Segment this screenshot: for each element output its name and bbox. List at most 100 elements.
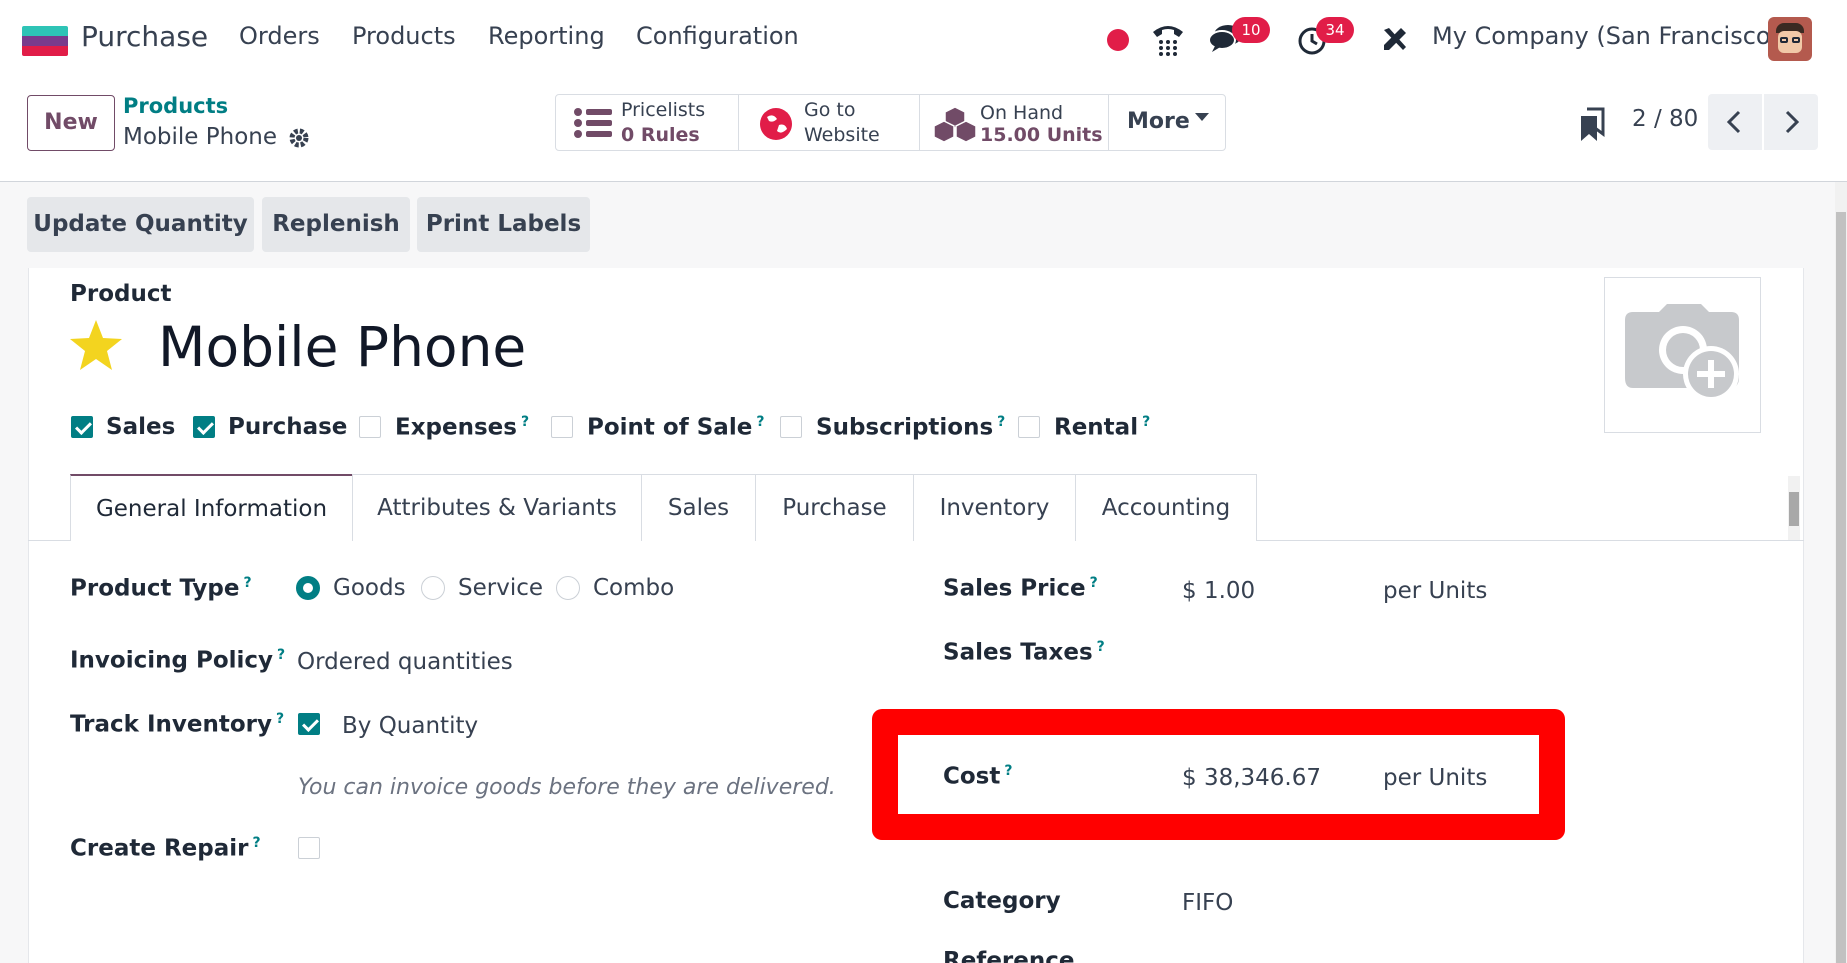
help-icon[interactable]: ? <box>756 414 764 430</box>
section-label: Product <box>70 281 172 307</box>
help-icon[interactable]: ? <box>276 711 284 727</box>
product-image-placeholder[interactable] <box>1604 277 1761 433</box>
highlight-annotation <box>872 709 1565 840</box>
track-inventory-label: Track Inventory? <box>70 711 285 738</box>
tools-icon[interactable] <box>1381 25 1409 53</box>
pricelists-title: Pricelists <box>621 99 706 121</box>
point-of-sale-flag-label: Point of Sale? <box>587 414 765 441</box>
go-to-website-smart-button[interactable]: Go to Website <box>738 94 920 151</box>
globe-icon <box>760 108 792 140</box>
service-radio[interactable] <box>421 576 445 600</box>
tabs-scrollbar-thumb[interactable] <box>1789 492 1799 526</box>
tab-accounting[interactable]: Accounting <box>1075 474 1257 541</box>
print-labels-button[interactable]: Print Labels <box>417 197 590 252</box>
replenish-button[interactable]: Replenish <box>262 197 410 252</box>
tab-general-information[interactable]: General Information <box>70 474 353 541</box>
invoicing-note: You can invoice goods before they are de… <box>298 775 836 800</box>
sales-taxes-label: Sales Taxes? <box>943 639 1105 666</box>
page-scrollbar-thumb[interactable] <box>1836 212 1846 963</box>
app-name[interactable]: Purchase <box>81 20 208 53</box>
menu-configuration[interactable]: Configuration <box>636 22 799 50</box>
on-hand-title: On Hand <box>980 102 1064 124</box>
pricelists-value: 0 Rules <box>621 124 700 146</box>
breadcrumb-parent[interactable]: Products <box>123 94 228 118</box>
invoicing-policy-label: Invoicing Policy? <box>70 647 286 674</box>
category-select[interactable]: FIFO <box>1182 890 1233 916</box>
point-of-sale-checkbox[interactable] <box>551 416 573 438</box>
product-type-label: Product Type? <box>70 575 252 602</box>
help-icon[interactable]: ? <box>277 647 285 663</box>
goods-option-label: Goods <box>333 575 406 601</box>
chevron-left-icon <box>1726 110 1741 134</box>
create-repair-checkbox[interactable] <box>298 837 320 859</box>
bookmark-icon[interactable] <box>1578 106 1606 142</box>
page-scrollbar[interactable] <box>1835 182 1847 963</box>
create-repair-label: Create Repair? <box>70 835 261 862</box>
boxes-icon <box>933 106 977 143</box>
new-button[interactable]: New <box>27 95 115 151</box>
on-hand-smart-button[interactable]: On Hand 15.00 Units <box>919 94 1109 151</box>
menu-products[interactable]: Products <box>352 22 456 50</box>
combo-radio[interactable] <box>556 576 580 600</box>
recording-dot-icon[interactable] <box>1107 29 1129 51</box>
expenses-flag-label: Expenses? <box>395 414 530 441</box>
active-tab-gap <box>71 540 352 542</box>
help-icon[interactable]: ? <box>1090 575 1098 591</box>
expenses-checkbox[interactable] <box>359 416 381 438</box>
more-label: More <box>1127 109 1190 134</box>
favorite-star-icon[interactable] <box>68 318 124 372</box>
top-navbar: Purchase Orders Products Reporting Confi… <box>0 0 1847 78</box>
list-icon <box>574 108 612 138</box>
invoicing-policy-select[interactable]: Ordered quantities <box>297 649 513 675</box>
phone-icon[interactable] <box>1150 22 1186 56</box>
activities-badge: 34 <box>1316 17 1354 43</box>
goods-radio[interactable] <box>296 576 320 600</box>
update-quantity-button[interactable]: Update Quantity <box>27 197 254 252</box>
sales-price-label: Sales Price? <box>943 575 1098 602</box>
subscriptions-checkbox[interactable] <box>780 416 802 438</box>
sales-price-unit: per Units <box>1383 578 1488 604</box>
help-icon[interactable]: ? <box>244 575 252 591</box>
help-icon[interactable]: ? <box>1097 639 1105 655</box>
help-icon[interactable]: ? <box>1142 414 1150 430</box>
camera-add-icon <box>1625 304 1739 402</box>
menu-orders[interactable]: Orders <box>239 22 320 50</box>
website-value: Website <box>804 124 880 146</box>
help-icon[interactable]: ? <box>997 414 1005 430</box>
tab-purchase[interactable]: Purchase <box>755 474 914 541</box>
more-button[interactable]: More <box>1108 94 1226 151</box>
user-avatar[interactable] <box>1768 17 1812 61</box>
pricelists-smart-button[interactable]: Pricelists 0 Rules <box>555 94 739 151</box>
messages-badge: 10 <box>1232 17 1270 43</box>
product-name[interactable]: Mobile Phone <box>158 315 526 379</box>
purchase-checkbox[interactable] <box>193 416 215 438</box>
menu-reporting[interactable]: Reporting <box>488 22 605 50</box>
app-logo-icon[interactable] <box>22 26 68 56</box>
tab-inventory[interactable]: Inventory <box>913 474 1076 541</box>
pager-next-button[interactable] <box>1764 94 1818 150</box>
service-option-label: Service <box>458 575 544 601</box>
pager-value[interactable]: 2 / 80 <box>1632 106 1698 132</box>
company-switcher[interactable]: My Company (San Francisco) <box>1432 22 1780 50</box>
reference-label: Reference <box>943 948 1075 963</box>
rental-checkbox[interactable] <box>1018 416 1040 438</box>
caret-down-icon <box>1195 113 1209 121</box>
track-inventory-checkbox[interactable] <box>298 713 320 735</box>
purchase-flag-label: Purchase <box>228 414 348 440</box>
help-icon[interactable]: ? <box>521 414 529 430</box>
tab-sales[interactable]: Sales <box>641 474 756 541</box>
subscriptions-flag-label: Subscriptions? <box>816 414 1006 441</box>
tab-attributes-variants[interactable]: Attributes & Variants <box>352 474 642 541</box>
gear-icon[interactable] <box>288 127 310 149</box>
on-hand-value: 15.00 Units <box>980 124 1103 146</box>
chevron-right-icon <box>1785 110 1800 134</box>
tabs-scrollbar[interactable] <box>1788 476 1800 540</box>
pager-previous-button[interactable] <box>1708 94 1762 150</box>
category-label: Category <box>943 888 1061 914</box>
track-inventory-method-select[interactable]: By Quantity <box>342 713 478 739</box>
combo-option-label: Combo <box>593 575 675 601</box>
website-title: Go to <box>804 99 856 121</box>
sales-price-input[interactable]: $ 1.00 <box>1182 578 1255 604</box>
sales-checkbox[interactable] <box>71 416 93 438</box>
help-icon[interactable]: ? <box>252 835 260 851</box>
